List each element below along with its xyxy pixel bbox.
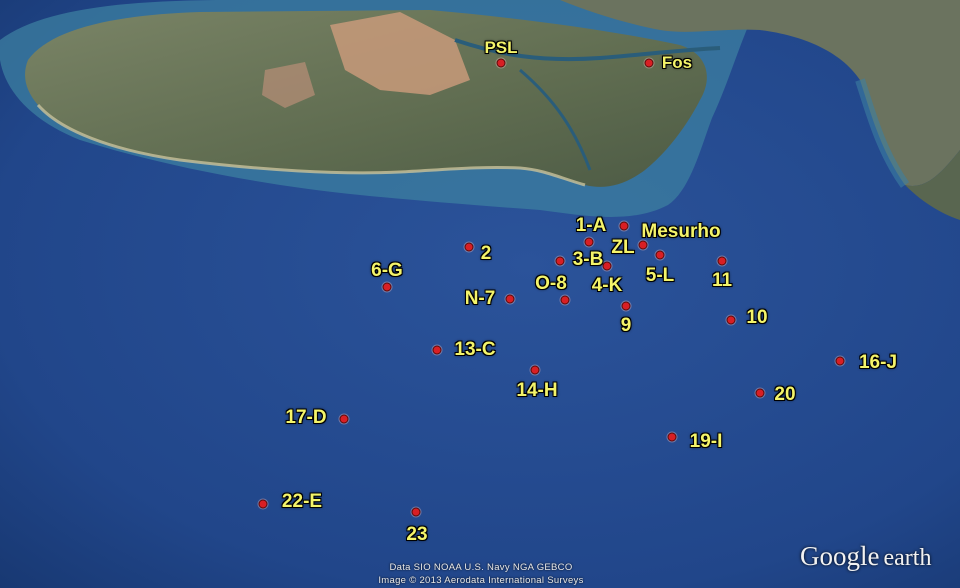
station-marker-14h[interactable] [530, 365, 540, 375]
station-marker-3b[interactable] [555, 256, 565, 266]
station-marker-20[interactable] [755, 388, 765, 398]
data-attribution: Data SIO NOAA U.S. Navy NGA GEBCO [389, 562, 573, 573]
station-marker-23[interactable] [411, 507, 421, 517]
station-marker-13c[interactable] [432, 345, 442, 355]
station-marker-psl[interactable] [496, 58, 506, 68]
station-label-mesurho: Mesurho [641, 221, 721, 242]
station-label-3b: 3-B [572, 249, 604, 270]
station-label-zl: ZL [611, 237, 635, 258]
station-label-10: 10 [746, 307, 768, 328]
station-marker-11[interactable] [717, 256, 727, 266]
station-label-fos: Fos [661, 53, 693, 72]
station-marker-n7[interactable] [505, 294, 515, 304]
station-label-psl: PSL [484, 38, 518, 57]
station-label-19i: 19-I [689, 431, 723, 452]
station-label-o8: O-8 [535, 273, 567, 294]
station-label-4k: 4-K [591, 275, 623, 296]
station-label-2: 2 [480, 243, 492, 264]
map-view[interactable]: PSL Fos Mesurho ZL 1-A 2 3-B 4-K 5-L 6-G… [0, 0, 960, 588]
station-label-11: 11 [711, 270, 733, 291]
imagery-attribution: Image © 2013 Aerodata International Surv… [378, 575, 584, 586]
station-label-16j: 16-J [858, 352, 898, 373]
station-marker-16j[interactable] [835, 356, 845, 366]
google-earth-logo: Google earth [800, 541, 931, 572]
station-marker-6g[interactable] [382, 282, 392, 292]
station-label-23: 23 [406, 524, 428, 545]
station-label-1a: 1-A [575, 215, 607, 236]
logo-earth-text: earth [883, 545, 932, 571]
station-marker-mesurho[interactable] [619, 221, 629, 231]
station-marker-5l[interactable] [655, 250, 665, 260]
station-marker-4k[interactable] [602, 261, 612, 271]
station-label-9: 9 [620, 315, 632, 336]
station-marker-10[interactable] [726, 315, 736, 325]
station-label-13c: 13-C [454, 339, 496, 360]
station-label-5l: 5-L [645, 265, 675, 286]
station-marker-1a[interactable] [584, 237, 594, 247]
station-label-6g: 6-G [371, 260, 403, 281]
station-marker-19i[interactable] [667, 432, 677, 442]
logo-google-text: Google [800, 541, 880, 571]
station-marker-2[interactable] [464, 242, 474, 252]
station-marker-fos[interactable] [644, 58, 654, 68]
station-label-14h: 14-H [516, 380, 558, 401]
station-marker-o8[interactable] [560, 295, 570, 305]
station-label-22e: 22-E [281, 491, 323, 512]
station-marker-17d[interactable] [339, 414, 349, 424]
station-label-17d: 17-D [285, 407, 327, 428]
station-marker-22e[interactable] [258, 499, 268, 509]
station-label-20: 20 [774, 384, 796, 405]
station-label-n7: N-7 [464, 288, 496, 309]
station-marker-9[interactable] [621, 301, 631, 311]
